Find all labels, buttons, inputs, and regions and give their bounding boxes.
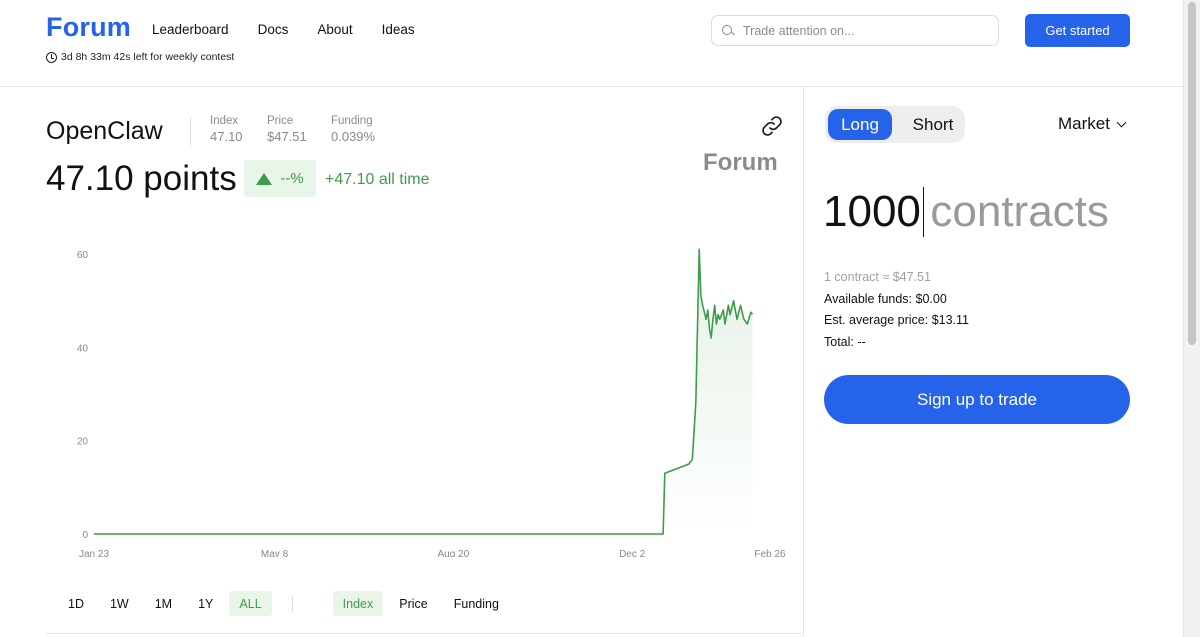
chevron-down-icon <box>1116 117 1127 127</box>
order-total: Total: -- <box>824 334 866 349</box>
x-tick-label-2: Aug 20 <box>437 549 469 557</box>
range-all[interactable]: ALL <box>229 591 272 616</box>
short-tab[interactable]: Short <box>904 109 962 140</box>
chart-controls: 1D 1W 1M 1Y ALL Index Price Funding <box>58 591 515 616</box>
order-type-label: Market <box>1058 114 1110 133</box>
y-tick-label-2: 40 <box>77 343 89 354</box>
top-header: Forum Leaderboard Docs About Ideas 3d 8h… <box>0 0 1183 87</box>
range-1y[interactable]: 1Y <box>188 591 223 616</box>
y-tick-label-0: 0 <box>82 530 88 541</box>
search-input[interactable] <box>743 23 983 38</box>
change-percent: --% <box>280 170 304 187</box>
page-scrollbar[interactable] <box>1183 0 1200 637</box>
x-tick-label-1: May 8 <box>261 549 289 557</box>
text-cursor <box>922 187 925 237</box>
get-started-button[interactable]: Get started <box>1025 14 1130 47</box>
section-divider <box>46 633 804 634</box>
x-tick-label-0: Jan 23 <box>79 549 109 557</box>
range-1m[interactable]: 1M <box>145 591 182 616</box>
nav-ideas[interactable]: Ideas <box>382 22 415 37</box>
stat-index-value: 47.10 <box>210 129 243 144</box>
scrollbar-thumb[interactable] <box>1188 2 1196 345</box>
nav-leaderboard[interactable]: Leaderboard <box>152 22 229 37</box>
stat-price-value: $47.51 <box>267 129 307 144</box>
y-tick-label-1: 20 <box>77 437 89 448</box>
metric-index[interactable]: Index <box>332 591 384 616</box>
countdown-text: 3d 8h 33m 42s left for weekly contest <box>61 51 235 63</box>
contracts-amount: 1000 <box>823 187 921 236</box>
stat-funding-value: 0.039% <box>331 129 376 144</box>
contracts-unit: contracts <box>930 187 1109 236</box>
x-tick-label-4: Feb 26 <box>754 549 786 557</box>
all-time-change: +47.10 all time <box>325 171 430 188</box>
asset-name: OpenClaw <box>46 117 163 145</box>
chart-area-fill <box>663 249 753 535</box>
side-toggle: Long Short <box>825 106 965 143</box>
triangle-up-icon <box>256 172 273 185</box>
market-panel: OpenClaw Index 47.10 Price $47.51 Fundin… <box>0 87 804 637</box>
range-1d[interactable]: 1D <box>58 591 94 616</box>
price-chart[interactable]: 0 20 40 60 Jan 23 May 8 Aug 20 Dec 2 Feb 26 <box>0 227 804 557</box>
trade-panel: Long Short Market 1000 contracts 1 contr… <box>805 87 1183 637</box>
nav-about[interactable]: About <box>317 22 352 37</box>
points-value: 47.10 points <box>46 159 237 198</box>
contract-value: 1 contract ≈ $47.51 <box>824 270 931 284</box>
nav-docs[interactable]: Docs <box>258 22 289 37</box>
stat-price: Price $47.51 <box>267 115 307 144</box>
y-tick-label-3: 60 <box>77 250 89 261</box>
order-type-select[interactable]: Market <box>1058 114 1127 134</box>
long-tab[interactable]: Long <box>828 109 892 140</box>
range-1w[interactable]: 1W <box>100 591 139 616</box>
x-tick-label-3: Dec 2 <box>619 549 646 557</box>
brand-watermark: Forum <box>703 149 778 176</box>
stat-funding: Funding 0.039% <box>331 115 375 144</box>
stat-index: Index 47.10 <box>210 115 243 144</box>
order-details: 1 contract ≈ $47.51 Available funds: $0.… <box>824 267 969 353</box>
search-box[interactable] <box>711 15 999 46</box>
available-funds: Available funds: $0.00 <box>824 291 947 306</box>
contest-countdown: 3d 8h 33m 42s left for weekly contest <box>46 51 234 63</box>
stat-index-label: Index <box>210 115 239 127</box>
stat-price-label: Price <box>267 115 294 127</box>
sign-up-to-trade-button[interactable]: Sign up to trade <box>824 375 1130 424</box>
clock-icon <box>46 51 57 63</box>
main-nav: Leaderboard Docs About Ideas <box>152 22 415 37</box>
search-icon <box>722 24 734 37</box>
link-icon[interactable] <box>760 114 784 138</box>
chart-series-line <box>94 248 754 535</box>
metric-funding[interactable]: Funding <box>444 591 509 616</box>
stats-divider <box>190 117 191 145</box>
contracts-input[interactable]: 1000 contracts <box>823 187 1109 237</box>
avg-price: Est. average price: $13.11 <box>824 313 969 327</box>
metric-price[interactable]: Price <box>389 591 437 616</box>
stat-funding-label: Funding <box>331 115 373 127</box>
change-badge: --% <box>244 160 316 197</box>
controls-divider <box>291 595 293 612</box>
forum-logo[interactable]: Forum <box>46 12 131 43</box>
